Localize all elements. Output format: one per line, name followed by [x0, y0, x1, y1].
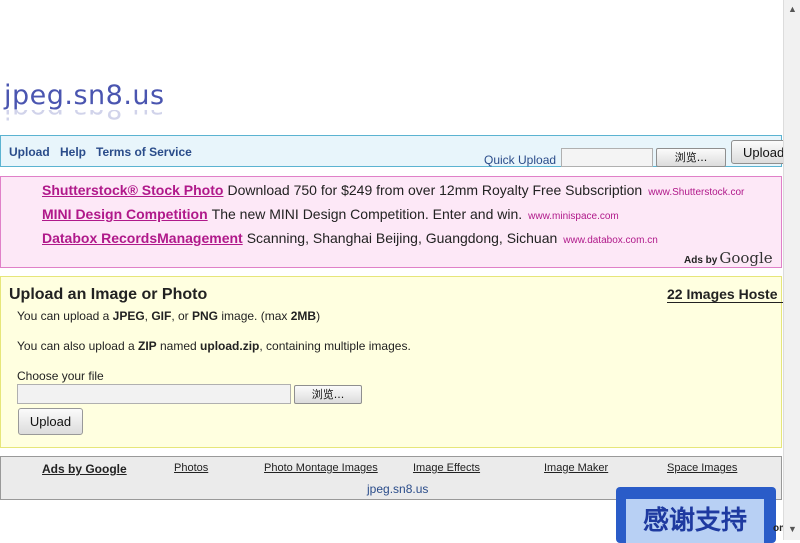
- text-fragment: , or: [171, 309, 193, 323]
- quick-upload-button[interactable]: Upload: [731, 140, 791, 164]
- nav-link-help[interactable]: Help: [60, 145, 86, 159]
- nav-link-upload[interactable]: Upload: [9, 145, 50, 159]
- site-logo[interactable]: jpeg.sn8.us jpeg.sn8.us: [4, 80, 194, 128]
- ad-url-link[interactable]: www.minispace.com: [528, 211, 619, 222]
- nav-link-terms[interactable]: Terms of Service: [96, 145, 192, 159]
- browse-button[interactable]: 浏览...: [294, 385, 362, 404]
- quick-upload-file-input[interactable]: [561, 148, 653, 167]
- format-jpeg: JPEG: [112, 309, 145, 323]
- format-zip: ZIP: [138, 339, 157, 353]
- quick-upload-browse-button[interactable]: 浏览...: [656, 148, 726, 167]
- nav-bar: Upload Help Terms of Service Quick Uploa…: [0, 135, 791, 167]
- footer-link-space-images[interactable]: Space Images: [667, 462, 737, 474]
- ad-description: Download 750 for $249 from over 12mm Roy…: [227, 182, 643, 198]
- max-size: 2MB: [290, 309, 317, 323]
- panel-title: Upload an Image or Photo: [9, 286, 208, 303]
- file-path-input[interactable]: [17, 384, 291, 404]
- zip-filename: upload.zip: [200, 339, 260, 353]
- ad-url-link[interactable]: www.Shutterstock.cor: [648, 187, 744, 198]
- scroll-up-arrow-icon[interactable]: ▲: [788, 4, 797, 14]
- ad-item: Databox RecordsManagement Scanning, Shang…: [42, 230, 658, 246]
- quick-upload-label: Quick Upload: [484, 153, 557, 167]
- upload-button[interactable]: Upload: [18, 408, 83, 435]
- thanks-badge[interactable]: 感谢支持: [616, 487, 776, 543]
- footer-link-photo-montage[interactable]: Photo Montage Images: [264, 462, 378, 474]
- ad-description: The new MINI Design Competition. Enter a…: [211, 206, 523, 222]
- zip-info: You can also upload a ZIP named upload.z…: [17, 339, 411, 353]
- text-fragment: , containing multiple images.: [259, 339, 411, 353]
- ad-box: Shutterstock® Stock Photo Download 750 fo…: [0, 176, 782, 268]
- ad-title-link[interactable]: Shutterstock® Stock Photo: [42, 182, 223, 198]
- text-fragment: You can upload a: [17, 309, 113, 323]
- ads-by-google-link[interactable]: Ads by Google: [684, 249, 773, 267]
- choose-file-label: Choose your file: [17, 369, 104, 383]
- formats-info: You can upload a JPEG, GIF, or PNG image…: [17, 309, 320, 323]
- ad-title-link[interactable]: MINI Design Competition: [42, 206, 208, 222]
- ad-item: Shutterstock® Stock Photo Download 750 fo…: [42, 182, 744, 198]
- logo-text: jpeg.sn8.us: [4, 80, 165, 111]
- ad-description: Scanning, Shanghai Beijing, Guangdong, S…: [246, 230, 558, 246]
- format-png: PNG: [192, 309, 219, 323]
- footer-link-image-effects[interactable]: Image Effects: [413, 462, 480, 474]
- ad-item: MINI Design Competition The new MINI Desi…: [42, 206, 619, 222]
- ad-title-link[interactable]: Databox RecordsManagement: [42, 230, 243, 246]
- google-logo-text: Google: [719, 249, 773, 267]
- upload-panel: Upload an Image or Photo 22 Images Hoste…: [0, 276, 783, 448]
- ads-by-label: Ads by: [684, 255, 718, 266]
- logo-reflection: jpeg.sn8.us: [4, 110, 165, 124]
- ad-url-link[interactable]: www.databox.com.cn: [563, 235, 658, 246]
- format-gif: GIF: [151, 309, 172, 323]
- text-fragment: image. (max: [218, 309, 291, 323]
- thanks-badge-text: 感谢支持: [626, 499, 764, 543]
- text-fragment: You can also upload a: [17, 339, 138, 353]
- footer-link-image-maker[interactable]: Image Maker: [544, 462, 608, 474]
- footer-ads-by-google[interactable]: Ads by Google: [42, 462, 127, 476]
- text-fragment: named: [156, 339, 201, 353]
- scroll-down-arrow-icon[interactable]: ▼: [788, 524, 797, 534]
- footer-link-photos[interactable]: Photos: [174, 462, 208, 474]
- vertical-scrollbar[interactable]: ▲ ▼: [783, 0, 800, 540]
- images-hosted-count: 22 Images Hoste: [667, 286, 783, 303]
- text-fragment: ): [316, 309, 321, 323]
- footer-domain: jpeg.sn8.us: [367, 482, 429, 496]
